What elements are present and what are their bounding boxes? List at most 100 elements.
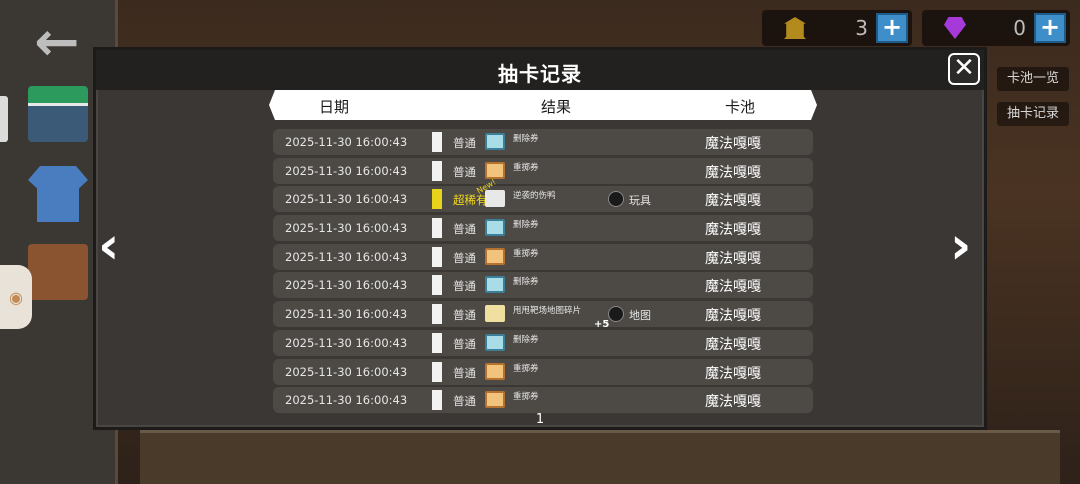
close-icon: ✕ [953,53,975,83]
gem-icon [944,17,966,39]
reroll-ticket-icon [485,391,505,409]
row-rarity: 普通 [453,365,476,380]
row-item-name: 重掷券 [513,162,539,173]
row-date: 2025-11-30 16:00:43 [285,393,408,408]
row-rarity: 普通 [453,250,476,265]
add-gem-button[interactable]: + [1034,13,1066,43]
add-gold-button[interactable]: + [876,13,908,43]
table-row: 2025-11-30 16:00:43 普通 删除券 魔法嘎嘎 [273,329,813,356]
tab-pool-overview[interactable]: 卡池一览 [997,67,1069,91]
rarity-bar [432,160,442,181]
row-date: 2025-11-30 16:00:43 [285,221,408,236]
backpack-icon[interactable] [28,244,88,300]
row-date: 2025-11-30 16:00:43 [285,135,408,149]
table-row: 2025-11-30 16:00:43 普通 甩甩靶场地图碎片 +5 地图 魔法嘎嘎 [273,301,813,331]
row-item-name: 逆袭的伤鸭 [513,191,556,202]
close-button[interactable]: ✕ [948,53,980,85]
row-pool: 魔法嘎嘎 [705,136,761,152]
header-pool: 卡池 [725,98,756,116]
header-result: 结果 [541,98,572,116]
row-quantity: +5 [594,319,610,331]
bank-icon [784,17,806,39]
gem-currency: 0 + [922,10,1070,46]
row-item-name: 删除券 [513,134,539,144]
delete-ticket-icon [485,133,505,150]
row-item-name: 重掷券 [513,392,539,403]
row-rarity: 超稀有 [453,193,488,208]
delete-ticket-icon [485,333,505,351]
table-row: 2025-11-30 16:00:43 普通 重掷券 魔法嘎嘎 [273,157,813,184]
background-frame [140,430,1060,484]
row-date: 2025-11-30 16:00:43 [285,307,408,322]
rarity-bar [432,275,442,296]
history-list: 2025-11-30 16:00:43 普通 删除券 魔法嘎嘎 2025-11-30 1… [273,129,813,416]
gold-value: 3 [855,16,868,40]
row-date: 2025-11-30 16:00:43 [285,335,408,350]
row-item-name: 重掷券 [513,363,539,374]
delete-ticket-icon [485,276,505,294]
category-icon [608,306,624,323]
header-date: 日期 [319,98,350,116]
map-fragment-icon [485,305,505,323]
back-button[interactable]: ← [26,10,88,73]
modal-title: 抽卡记录 [498,62,582,86]
chevron-left-icon: ‹ [98,216,120,276]
next-page-button[interactable]: › [950,220,971,272]
prev-page-button[interactable]: ‹ [98,220,119,272]
reroll-ticket-icon [485,161,505,179]
shirt-icon[interactable] [28,166,88,222]
row-pool: 魔法嘎嘎 [705,336,761,353]
row-date: 2025-11-30 16:00:43 [285,192,408,207]
chevron-right-icon: › [950,216,972,276]
row-rarity: 普通 [453,279,476,294]
row-item-name: 甩甩靶场地图碎片 [513,306,582,317]
rarity-bar [432,218,442,239]
row-pool: 魔法嘎嘎 [705,279,761,296]
rarity-bar [432,189,442,210]
reroll-ticket-icon [485,247,505,265]
draw-history-modal: 抽卡记录 ✕ 日期 结果 卡池 2025-11-30 16:00:43 普通 删除券… [93,47,987,430]
table-header: 日期 结果 卡池 [269,90,817,120]
row-rarity: 普通 [453,222,476,237]
row-pool: 魔法嘎嘎 [705,394,761,411]
row-rarity: 普通 [453,308,476,323]
row-pool: 魔法嘎嘎 [705,365,761,382]
rarity-bar [432,361,442,382]
row-category: 玩具 [629,194,651,208]
row-date: 2025-11-30 16:00:43 [285,163,408,178]
delete-ticket-icon [485,219,505,237]
gem-value: 0 [1013,16,1026,40]
row-item-name: 删除券 [513,277,539,288]
row-item-name: 删除券 [513,334,539,345]
floating-assistant-button[interactable]: ◉ [0,265,32,329]
row-item-name: 重掷券 [513,248,539,259]
table-row: 2025-11-30 16:00:43 普通 删除券 魔法嘎嘎 [273,272,813,299]
row-rarity: 普通 [453,164,476,179]
tab-draw-history[interactable]: 抽卡记录 [997,102,1069,126]
back-arrow-icon: ← [34,10,80,73]
row-category: 地图 [629,309,651,323]
row-pool: 魔法嘎嘎 [705,193,761,210]
row-item-name: 删除券 [513,220,539,231]
row-pool: 魔法嘎嘎 [705,308,761,325]
table-row: 2025-11-30 16:00:43 普通 删除券 魔法嘎嘎 [273,129,813,155]
gold-currency: 3 + [762,10,912,46]
shop-icon[interactable] [28,86,88,142]
table-row: 2025-11-30 16:00:43 普通 重掷券 魔法嘎嘎 [273,358,813,385]
rarity-bar [432,332,442,353]
sidebar-active-indicator [0,96,8,142]
table-row: 2025-11-30 16:00:43 普通 重掷券 魔法嘎嘎 [273,387,813,414]
rarity-bar [432,304,442,325]
rarity-bar [432,390,442,411]
rarity-bar [432,132,442,152]
page-number: 1 [535,412,545,427]
reroll-ticket-icon [485,362,505,380]
duck-skull-icon [485,190,505,208]
rarity-bar [432,246,442,267]
row-rarity: 普通 [453,336,476,351]
pet-icon: ◉ [9,287,23,307]
table-row: 2025-11-30 16:00:43 普通 重掷券 魔法嘎嘎 [273,243,813,270]
row-rarity: 普通 [453,394,476,409]
row-pool: 魔法嘎嘎 [705,164,761,181]
row-date: 2025-11-30 16:00:43 [285,278,408,293]
